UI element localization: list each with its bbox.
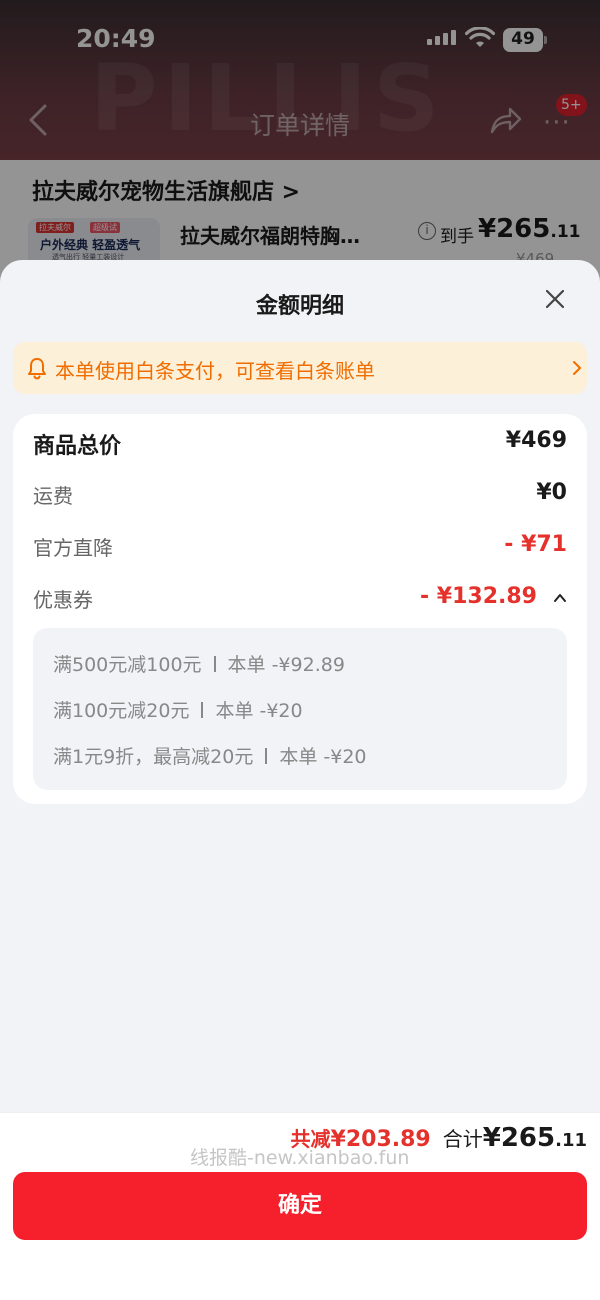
coupon-rule: 满1元9折，最高减20元 [53, 746, 254, 768]
coupon-amount: 本单 -¥20 [215, 700, 303, 722]
subtotal-label: 商品总价 [33, 434, 122, 459]
row-subtotal: 商品总价 ¥469 [33, 428, 567, 462]
coupon-detail-box: 满500元减100元 本单 -¥92.89 满100元减20元 本单 -¥20 满1… [33, 628, 567, 790]
official-discount-label: 官方直降 [33, 536, 113, 560]
bottom-bar: 共减¥203.89 合计¥265.11 线报酷-new.xianbao.fun 确… [0, 1112, 600, 1300]
shipping-value: ¥0 [536, 480, 567, 505]
coupon-amount: 本单 -¥20 [279, 746, 367, 768]
baitiao-notice[interactable]: 本单使用白条支付，可查看白条账单 [13, 342, 587, 394]
separator [213, 656, 216, 672]
total-label: 合计 [442, 1127, 483, 1151]
total-value: ¥265 [482, 1123, 556, 1153]
separator [201, 702, 204, 718]
price-breakdown-card: 商品总价 ¥469 运费 ¥0 官方直降 - ¥71 优惠券 - ¥132.89… [13, 414, 587, 804]
coupon-detail-line: 满500元减100元 本单 -¥92.89 [53, 650, 345, 677]
coupon-amount: 本单 -¥92.89 [227, 654, 345, 676]
notice-text: 本单使用白条支付，可查看白条账单 [55, 359, 375, 383]
watermark: 线报酷-new.xianbao.fun [190, 1147, 410, 1169]
shipping-label: 运费 [33, 484, 73, 508]
official-discount-value: - ¥71 [504, 532, 567, 557]
close-icon[interactable] [543, 287, 567, 311]
bell-icon [28, 358, 46, 380]
coupon-detail-line: 满100元减20元 本单 -¥20 [53, 696, 303, 723]
coupon-label: 优惠券 [33, 588, 93, 612]
coupon-rule: 满500元减100元 [53, 654, 202, 676]
separator [265, 748, 268, 764]
coupon-detail-line: 满1元9折，最高减20元 本单 -¥20 [53, 742, 367, 769]
coupon-rule: 满100元减20元 [53, 700, 190, 722]
row-coupon[interactable]: 优惠券 - ¥132.89 [33, 584, 567, 618]
row-official-discount: 官方直降 - ¥71 [33, 532, 567, 566]
coupon-value: - ¥132.89 [420, 584, 537, 609]
confirm-button[interactable]: 确定 [13, 1172, 587, 1240]
chevron-right-icon [573, 361, 581, 375]
sheet-title: 金额明细 [255, 294, 344, 319]
total-value-decimal: .11 [555, 1130, 587, 1151]
subtotal-value: ¥469 [505, 428, 567, 453]
chevron-up-icon[interactable] [553, 592, 567, 604]
row-shipping: 运费 ¥0 [33, 480, 567, 514]
